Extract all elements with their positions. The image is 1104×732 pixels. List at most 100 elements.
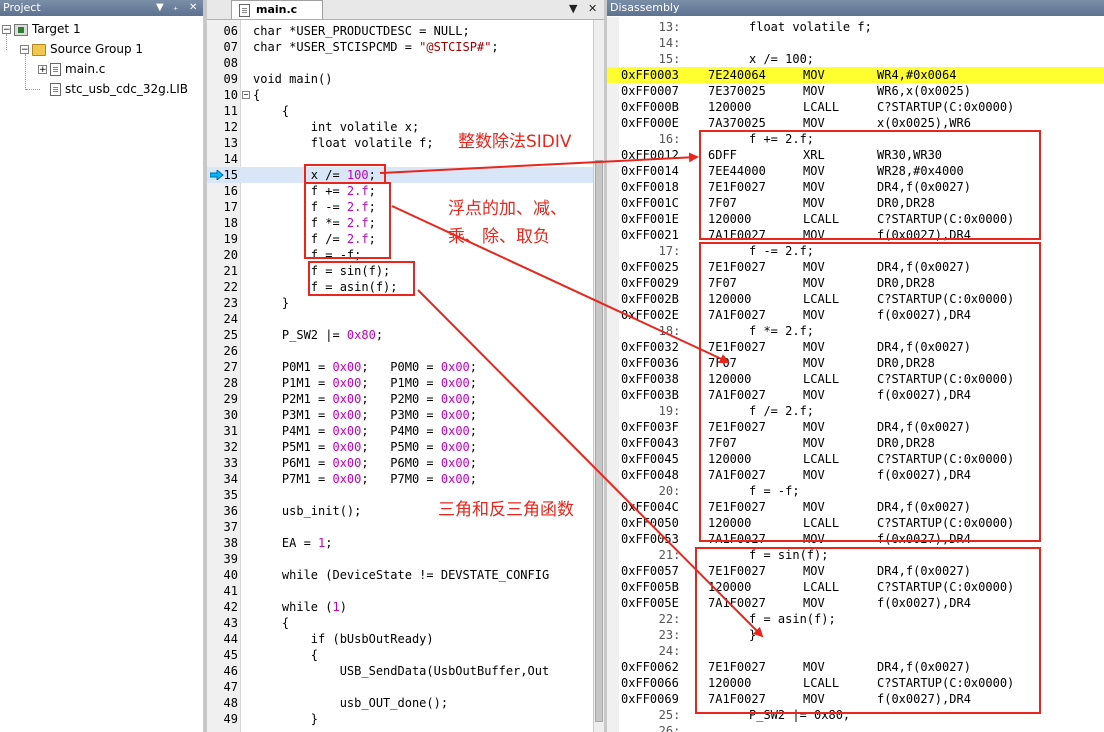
- editor-scroll-thumb[interactable]: [595, 160, 603, 722]
- code-line[interactable]: 43 {: [207, 615, 594, 631]
- disassembly-instruction[interactable]: 0xFF0057 7E1F0027 MOV DR4,f(0x0027): [607, 563, 1104, 579]
- code-line[interactable]: 46 USB_SendData(UsbOutBuffer,Out: [207, 663, 594, 679]
- tree-expander-icon[interactable]: −: [20, 45, 29, 55]
- code-line[interactable]: 27 P0M1 = 0x00; P0M0 = 0x00;: [207, 359, 594, 375]
- instruction-address: 0xFF002E: [621, 308, 679, 322]
- code-line[interactable]: 26: [207, 343, 594, 359]
- code-line[interactable]: 39: [207, 551, 594, 567]
- code-line[interactable]: 08: [207, 55, 594, 71]
- disassembly-source-line[interactable]: 13: float volatile f;: [607, 19, 1104, 35]
- code-line[interactable]: 42 while (1): [207, 599, 594, 615]
- code-line[interactable]: 40 while (DeviceState != DEVSTATE_CONFIG: [207, 567, 594, 583]
- code-line[interactable]: 09 void main(): [207, 71, 594, 87]
- code-line[interactable]: 44 if (bUsbOutReady): [207, 631, 594, 647]
- code-line[interactable]: 33 P6M1 = 0x00; P6M0 = 0x00;: [207, 455, 594, 471]
- disassembly-source-line[interactable]: 19: f /= 2.f;: [607, 403, 1104, 419]
- fold-toggle-icon[interactable]: −: [242, 91, 250, 99]
- code-line[interactable]: 20 f = -f;: [207, 247, 594, 263]
- tree-item[interactable]: − Target 1: [2, 20, 81, 38]
- disassembly-instruction[interactable]: 0xFF002E 7A1F0027 MOV f(0x0027),DR4: [607, 307, 1104, 323]
- code-line[interactable]: 45 {: [207, 647, 594, 663]
- disassembly-instruction[interactable]: 0xFF001E 120000 LCALL C?STARTUP(C:0x0000): [607, 211, 1104, 227]
- code-line[interactable]: 49 }: [207, 711, 594, 727]
- disassembly-instruction[interactable]: 0xFF0069 7A1F0027 MOV f(0x0027),DR4: [607, 691, 1104, 707]
- disassembly-instruction[interactable]: 0xFF002B 120000 LCALL C?STARTUP(C:0x0000): [607, 291, 1104, 307]
- editor-scrollbar[interactable]: [593, 20, 604, 732]
- disassembly-source-line[interactable]: 26:: [607, 723, 1104, 732]
- disassembly-source-line[interactable]: 16: f += 2.f;: [607, 131, 1104, 147]
- disassembly-source-line[interactable]: 18: f *= 2.f;: [607, 323, 1104, 339]
- disassembly-source-line[interactable]: 21: f = sin(f);: [607, 547, 1104, 563]
- code-line[interactable]: 32 P5M1 = 0x00; P5M0 = 0x00;: [207, 439, 594, 455]
- disassembly-instruction[interactable]: 0xFF0066 120000 LCALL C?STARTUP(C:0x0000): [607, 675, 1104, 691]
- disassembly-source-line[interactable]: 14:: [607, 35, 1104, 51]
- code-line[interactable]: 30 P3M1 = 0x00; P3M0 = 0x00;: [207, 407, 594, 423]
- disassembly-instruction[interactable]: 0xFF0029 7F07 MOV DR0,DR28: [607, 275, 1104, 291]
- code-line[interactable]: 34 P7M1 = 0x00; P7M0 = 0x00;: [207, 471, 594, 487]
- project-dropdown-icon[interactable]: ▼: [156, 0, 164, 16]
- code-line[interactable]: 47: [207, 679, 594, 695]
- disassembly-instruction[interactable]: 0xFF0062 7E1F0027 MOV DR4,f(0x0027): [607, 659, 1104, 675]
- source-line-number: 20: f = -f;: [637, 484, 800, 498]
- disassembly-instruction[interactable]: 0xFF0012 6DFF XRL WR30,WR30: [607, 147, 1104, 163]
- disassembly-instruction[interactable]: 0xFF0018 7E1F0027 MOV DR4,f(0x0027): [607, 179, 1104, 195]
- project-close-icon[interactable]: ✕: [189, 0, 197, 16]
- disassembly-source-line[interactable]: 22: f = asin(f);: [607, 611, 1104, 627]
- code-line[interactable]: 22 f = asin(f);: [207, 279, 594, 295]
- disassembly-instruction[interactable]: 0xFF0053 7A1F0027 MOV f(0x0027),DR4: [607, 531, 1104, 547]
- project-pin-icon[interactable]: ₊: [173, 0, 178, 16]
- disassembly-source-line[interactable]: 15: x /= 100;: [607, 51, 1104, 67]
- code-line[interactable]: 21 f = sin(f);: [207, 263, 594, 279]
- disassembly-instruction[interactable]: 0xFF005E 7A1F0027 MOV f(0x0027),DR4: [607, 595, 1104, 611]
- disassembly-instruction[interactable]: 0xFF0036 7F07 MOV DR0,DR28: [607, 355, 1104, 371]
- code-line[interactable]: 07 char *USER_STCISPCMD = "@STCISP#";: [207, 39, 594, 55]
- code-line[interactable]: 48 usb_OUT_done();: [207, 695, 594, 711]
- code-line[interactable]: 41: [207, 583, 594, 599]
- disassembly-source-line[interactable]: 20: f = -f;: [607, 483, 1104, 499]
- code-line[interactable]: 31 P4M1 = 0x00; P4M0 = 0x00;: [207, 423, 594, 439]
- disassembly-instruction[interactable]: 0xFF0048 7A1F0027 MOV f(0x0027),DR4: [607, 467, 1104, 483]
- disassembly-source-line[interactable]: 25: P_SW2 |= 0x80;: [607, 707, 1104, 723]
- tab-main-c[interactable]: main.c: [231, 0, 323, 19]
- disassembly-instruction[interactable]: 0xFF003B 7A1F0027 MOV f(0x0027),DR4: [607, 387, 1104, 403]
- code-line[interactable]: 29 P2M1 = 0x00; P2M0 = 0x00;: [207, 391, 594, 407]
- disassembly-source-line[interactable]: 23:}: [607, 627, 1104, 643]
- disassembly-instruction[interactable]: 0xFF000E 7A370025 MOV x(0x0025),WR6: [607, 115, 1104, 131]
- code-line[interactable]: 10 {−: [207, 87, 594, 103]
- disassembly-instruction[interactable]: 0xFF0043 7F07 MOV DR0,DR28: [607, 435, 1104, 451]
- disassembly-instruction[interactable]: 0xFF001C 7F07 MOV DR0,DR28: [607, 195, 1104, 211]
- disassembly-instruction[interactable]: 0xFF0025 7E1F0027 MOV DR4,f(0x0027): [607, 259, 1104, 275]
- code-line[interactable]: 28 P1M1 = 0x00; P1M0 = 0x00;: [207, 375, 594, 391]
- disassembly-source-line[interactable]: 17: f -= 2.f;: [607, 243, 1104, 259]
- code-line[interactable]: 11 {: [207, 103, 594, 119]
- code-line[interactable]: 38 EA = 1;: [207, 535, 594, 551]
- code-line[interactable]: 25 P_SW2 |= 0x80;: [207, 327, 594, 343]
- disassembly-instruction[interactable]: 0xFF003F 7E1F0027 MOV DR4,f(0x0027): [607, 419, 1104, 435]
- disassembly-instruction[interactable]: 0xFF005B 120000 LCALL C?STARTUP(C:0x0000): [607, 579, 1104, 595]
- disassembly-instruction[interactable]: 0xFF0050 120000 LCALL C?STARTUP(C:0x0000): [607, 515, 1104, 531]
- disassembly-instruction[interactable]: 0xFF0021 7A1F0027 MOV f(0x0027),DR4: [607, 227, 1104, 243]
- disassembly-instruction[interactable]: 0xFF0014 7EE44000 MOV WR28,#0x4000: [607, 163, 1104, 179]
- disassembly-instruction[interactable]: 0xFF0007 7E370025 MOV WR6,x(0x0025): [607, 83, 1104, 99]
- code-area[interactable]: 06 char *USER_PRODUCTDESC = NULL; 07 char *…: [207, 20, 594, 732]
- code-line[interactable]: 06 char *USER_PRODUCTDESC = NULL;: [207, 23, 594, 39]
- tree-expander-icon[interactable]: −: [2, 25, 11, 35]
- instruction-bytes: 7E1F0027: [708, 420, 766, 434]
- tree-expander-icon[interactable]: +: [38, 65, 47, 75]
- tree-item[interactable]: − Source Group 1: [20, 40, 143, 58]
- tab-dropdown-icon[interactable]: ▼: [569, 2, 577, 15]
- code-line[interactable]: 23 }: [207, 295, 594, 311]
- tab-close-icon[interactable]: ✕: [588, 2, 597, 15]
- code-line[interactable]: 24: [207, 311, 594, 327]
- disassembly-instruction[interactable]: 0xFF0038 120000 LCALL C?STARTUP(C:0x0000): [607, 371, 1104, 387]
- tree-item[interactable]: + main.c: [38, 60, 105, 78]
- disassembly-instruction[interactable]: 0xFF0003 7E240064 MOV WR4,#0x0064: [607, 67, 1104, 83]
- code-line[interactable]: 15 x /= 100;: [207, 167, 594, 183]
- disassembly-source-line[interactable]: 24:: [607, 643, 1104, 659]
- disassembly-instruction[interactable]: 0xFF0032 7E1F0027 MOV DR4,f(0x0027): [607, 339, 1104, 355]
- disassembly-instruction[interactable]: 0xFF000B 120000 LCALL C?STARTUP(C:0x0000): [607, 99, 1104, 115]
- disassembly-instruction[interactable]: 0xFF004C 7E1F0027 MOV DR4,f(0x0027): [607, 499, 1104, 515]
- disassembly-instruction[interactable]: 0xFF0045 120000 LCALL C?STARTUP(C:0x0000): [607, 451, 1104, 467]
- line-number: 19: [223, 232, 238, 246]
- tree-item[interactable]: stc_usb_cdc_32g.LIB: [38, 80, 188, 98]
